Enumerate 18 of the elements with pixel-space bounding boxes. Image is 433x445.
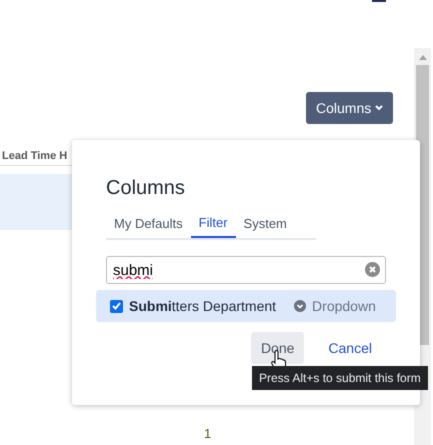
- cancel-button[interactable]: Cancel: [318, 332, 382, 364]
- chevron-down-icon: [375, 105, 384, 111]
- chevron-circle-icon: [294, 300, 306, 312]
- edge-mark: [372, 0, 386, 2]
- tab[interactable]: System: [236, 210, 295, 238]
- scroll-up-icon[interactable]: [418, 55, 426, 60]
- columns-button[interactable]: Columns: [306, 92, 394, 124]
- type-label: Dropdown: [312, 296, 376, 316]
- tab[interactable]: Filter: [190, 210, 236, 238]
- column-label: Submitters Department: [129, 296, 276, 316]
- result-row[interactable]: Submitters Department Dropdown: [96, 290, 396, 322]
- search-field[interactable]: submi: [106, 256, 386, 284]
- clear-icon[interactable]: [365, 262, 380, 277]
- checkbox[interactable]: [110, 300, 123, 312]
- tab[interactable]: My Defaults: [106, 210, 191, 238]
- tooltip: Press Alt+s to submit this form: [252, 366, 428, 390]
- popup-title: Columns: [106, 176, 186, 200]
- page-number[interactable]: 1: [204, 424, 212, 444]
